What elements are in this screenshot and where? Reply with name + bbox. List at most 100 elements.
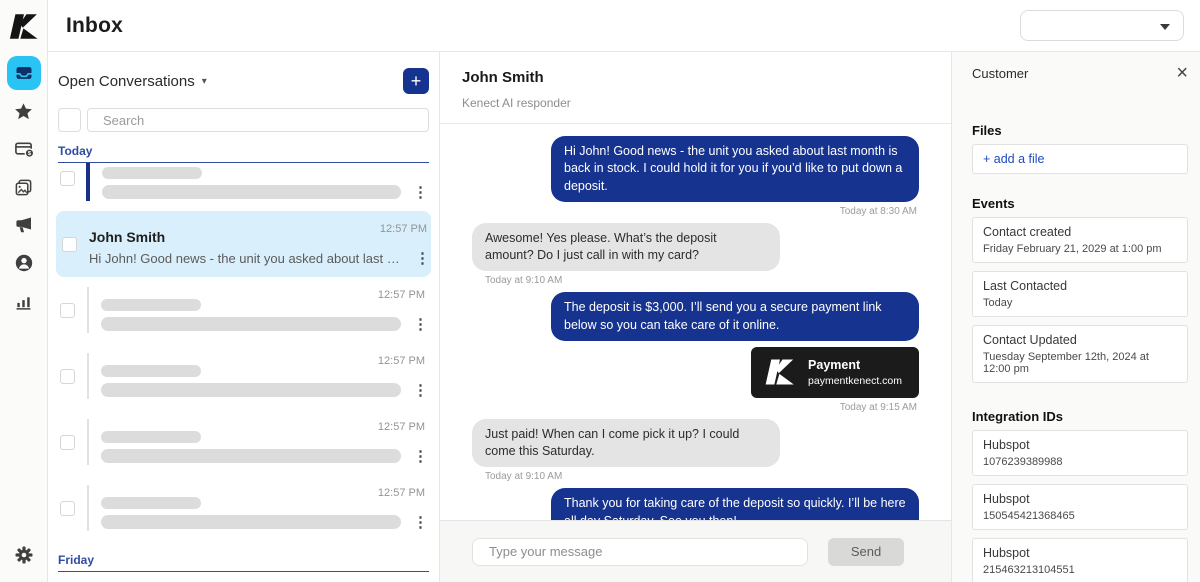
sidebar-item-starred[interactable] xyxy=(7,94,41,128)
skeleton-line xyxy=(101,431,201,443)
conversation-list-item[interactable]: 12:57 PM ⋮ xyxy=(58,343,429,409)
sidebar-item-payments[interactable]: $ xyxy=(7,132,41,166)
conversation-section-label: Friday xyxy=(58,553,429,572)
integration-ids-heading: Integration IDs xyxy=(972,409,1188,424)
nav-rail: $ xyxy=(0,0,48,582)
chat-bubble: Just paid! When can I come pick it up? I… xyxy=(472,419,780,468)
card-title: Hubspot xyxy=(983,546,1177,560)
megaphone-icon xyxy=(14,215,34,235)
skeleton-line xyxy=(101,497,201,509)
conversation-timestamp: 12:57 PM xyxy=(380,223,427,235)
page-title: Inbox xyxy=(66,14,123,38)
message-timestamp: Today at 8:30 AM xyxy=(840,206,917,217)
conversation-list-item[interactable]: 12:57 PM ⋮ xyxy=(58,475,429,541)
files-heading: Files xyxy=(972,123,1188,138)
events-heading: Events xyxy=(972,196,1188,211)
close-icon[interactable]: × xyxy=(1176,66,1188,80)
chat-message: Awesome! Yes please. What’s the deposit … xyxy=(472,223,919,287)
sidebar-item-media[interactable] xyxy=(7,170,41,204)
payment-card-url: paymentkenect.com xyxy=(808,375,902,387)
conversation-list-item[interactable]: ⋮ xyxy=(58,163,429,211)
chat-message: The deposit is $3,000. I’ll send you a s… xyxy=(472,292,919,341)
payment-card-title: Payment xyxy=(808,358,902,372)
sidebar-item-settings[interactable] xyxy=(7,538,41,572)
conversation-list-item[interactable]: 12:57 PM ⋮ xyxy=(58,572,429,582)
header-dropdown[interactable] xyxy=(1020,10,1184,41)
unread-indicator xyxy=(86,163,90,201)
conversation-checkbox[interactable] xyxy=(60,435,75,450)
kenect-k-icon xyxy=(765,358,795,386)
card-detail: Friday February 21, 2029 at 1:00 pm xyxy=(983,243,1177,255)
kebab-menu-icon[interactable]: ⋮ xyxy=(413,185,425,200)
kebab-menu-icon[interactable]: ⋮ xyxy=(415,251,427,266)
card-detail: 150545421368465 xyxy=(983,510,1177,522)
conversation-name: John Smith xyxy=(89,229,165,245)
chat-message: Hi John! Good news - the unit you asked … xyxy=(472,136,919,217)
conversation-list: Today ⋮ John Smith 12:57 PM Hi John! Goo… xyxy=(58,144,429,582)
card-detail: 215463213104551 xyxy=(983,564,1177,576)
skeleton-line xyxy=(101,515,401,529)
add-file-button[interactable]: + add a file xyxy=(972,144,1188,174)
card-title: Contact created xyxy=(983,225,1177,239)
card-title: Hubspot xyxy=(983,438,1177,452)
skeleton-line xyxy=(102,167,202,179)
integration-card: Hubspot 215463213104551 xyxy=(972,538,1188,582)
chat-message: Payment paymentkenect.com Today at 9:15 … xyxy=(472,347,919,413)
chat-subtitle: Kenect AI responder xyxy=(462,96,929,110)
conversation-list-item[interactable]: 12:57 PM ⋮ xyxy=(58,277,429,343)
conversation-checkbox[interactable] xyxy=(62,237,77,252)
conversation-timestamp: 12:57 PM xyxy=(378,289,425,301)
chat-panel: John Smith Kenect AI responder Hi John! … xyxy=(440,52,952,582)
skeleton-line xyxy=(101,299,201,311)
kebab-menu-icon[interactable]: ⋮ xyxy=(413,515,425,530)
conversation-section-label: Today xyxy=(58,144,429,163)
kebab-menu-icon[interactable]: ⋮ xyxy=(413,449,425,464)
conversation-list-item[interactable]: John Smith 12:57 PM Hi John! Good news -… xyxy=(56,211,431,277)
conversation-checkbox[interactable] xyxy=(60,369,75,384)
card-title: Last Contacted xyxy=(983,279,1177,293)
sidebar-item-reporting[interactable] xyxy=(7,284,41,318)
top-header: Inbox xyxy=(48,0,1200,52)
conversation-list-item[interactable]: 12:57 PM ⋮ xyxy=(58,409,429,475)
integration-ids-list: Hubspot 1076239389988 Hubspot 1505454213… xyxy=(972,430,1188,582)
event-card: Contact Updated Tuesday September 12th, … xyxy=(972,325,1188,383)
card-detail: Tuesday September 12th, 2024 at 12:00 pm xyxy=(983,351,1177,375)
message-thread: Hi John! Good news - the unit you asked … xyxy=(440,124,951,526)
chat-bubble: Hi John! Good news - the unit you asked … xyxy=(551,136,919,202)
chat-bubble: Awesome! Yes please. What’s the deposit … xyxy=(472,223,780,272)
message-input[interactable] xyxy=(472,538,808,566)
message-timestamp: Today at 9:10 AM xyxy=(485,275,562,286)
events-list: Contact created Friday February 21, 2029… xyxy=(972,217,1188,383)
skeleton-line xyxy=(101,365,201,377)
conversations-filter[interactable]: Open Conversations xyxy=(58,73,195,90)
send-button[interactable]: Send xyxy=(828,538,904,566)
chat-contact-name: John Smith xyxy=(462,69,929,86)
skeleton-line xyxy=(101,317,401,331)
conversation-preview: Hi John! Good news - the unit you asked … xyxy=(89,251,403,266)
card-detail: 1076239389988 xyxy=(983,456,1177,468)
add-file-label: + add a file xyxy=(983,152,1045,166)
conversation-checkbox[interactable] xyxy=(60,303,75,318)
message-timestamp: Today at 9:15 AM xyxy=(840,402,917,413)
sidebar-item-contacts[interactable] xyxy=(7,246,41,280)
gear-icon xyxy=(14,545,34,565)
payment-link-card[interactable]: Payment paymentkenect.com xyxy=(751,347,919,398)
conversation-timestamp: 12:57 PM xyxy=(378,487,425,499)
star-icon xyxy=(14,102,33,121)
unread-indicator xyxy=(87,485,89,531)
card-title: Hubspot xyxy=(983,492,1177,506)
contact-icon xyxy=(14,253,34,273)
sidebar-item-campaigns[interactable] xyxy=(7,208,41,242)
new-conversation-button[interactable]: + xyxy=(403,68,429,94)
kenect-k-icon xyxy=(9,13,39,40)
conversation-timestamp: 12:57 PM xyxy=(378,421,425,433)
select-all-checkbox[interactable] xyxy=(58,108,81,132)
kebab-menu-icon[interactable]: ⋮ xyxy=(413,317,425,332)
event-card: Last Contacted Today xyxy=(972,271,1188,317)
conversation-checkbox[interactable] xyxy=(60,171,75,186)
sidebar-item-inbox[interactable] xyxy=(7,56,41,90)
search-input[interactable] xyxy=(87,108,429,132)
conversation-checkbox[interactable] xyxy=(60,501,75,516)
kebab-menu-icon[interactable]: ⋮ xyxy=(413,383,425,398)
conversations-panel: Open Conversations ▾ + Today ⋮ John Smit… xyxy=(48,52,440,582)
